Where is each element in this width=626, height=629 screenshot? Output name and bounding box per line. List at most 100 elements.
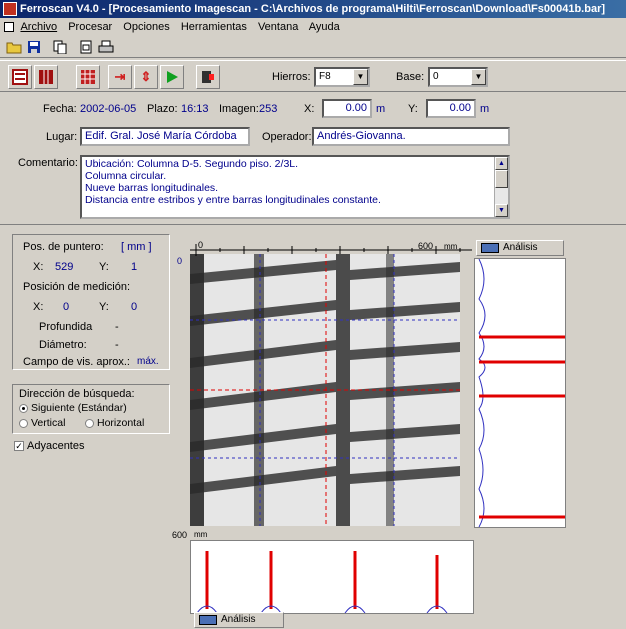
standard-toolbar [0,36,626,58]
app-icon [3,2,17,16]
move-vertical-icon[interactable]: ⇕ [134,65,158,89]
page-setup-icon[interactable] [76,38,96,56]
scroll-up-icon[interactable]: ▲ [495,157,508,170]
radio-vertical[interactable]: Vertical [19,417,65,429]
lugar-value: Edif. Gral. José María Córdoba [85,130,237,142]
open-folder-icon[interactable] [4,38,24,56]
radio-vertical-label: Vertical [31,417,66,429]
y-unit: m [480,103,490,115]
campo-vision-label: Campo de vis. aprox.: [23,356,130,368]
search-direction-panel: Dirección de búsqueda: Siguiente (Estánd… [12,384,170,434]
lugar-field[interactable]: Edif. Gral. José María Córdoba [80,127,250,146]
image-scan-icon[interactable] [76,65,100,89]
radio-icon[interactable] [85,418,94,428]
analysis-tab-right[interactable]: Análisis [476,240,564,256]
menu-procesar[interactable]: Procesar [68,21,112,33]
menu-ayuda[interactable]: Ayuda [309,21,340,33]
scroll-thumb[interactable] [495,170,508,188]
x-label: X: [304,103,315,115]
medicion-y-label: Y: [99,301,109,313]
analysis-bottom-chart [196,551,448,614]
adyacentes-label: Adyacentes [27,440,85,452]
menu-opciones[interactable]: Opciones [123,21,169,33]
medicion-x-value: 0 [63,301,70,313]
move-left-icon[interactable]: ⇥ [108,65,132,89]
analysis-tab-bottom[interactable]: Análisis [194,612,284,628]
imagen-value: 253 [259,103,278,115]
comentario-line: Distancia entre estribos y entre barras … [85,194,381,206]
plazo-value: 16:13 [181,103,209,115]
diametro-value: - [115,339,119,351]
menu-ventana[interactable]: Ventana [258,21,298,33]
ruler-top-right-label: 600 [418,241,433,251]
scan-view-icon[interactable] [8,65,32,89]
hierros-label: Hierros: [272,71,311,83]
analysis-peak-markers [479,335,565,519]
radio-checked-icon[interactable] [19,403,28,413]
scroll-down-icon[interactable]: ▼ [495,204,508,217]
comentario-line: Ubicación: Columna D-5. Segundo piso. 2/… [85,158,299,170]
save-icon[interactable] [24,38,44,56]
diametro-label: Diámetro: [39,339,87,351]
base-select[interactable]: 0 ▼ [428,67,488,87]
analysis-bottom-markers [205,551,439,609]
analysis-icon [481,243,499,253]
document-icon[interactable] [4,22,14,33]
adyacentes-checkbox[interactable]: ✓ Adyacentes [14,440,84,452]
analysis-curve [478,258,486,528]
base-value: 0 [433,71,439,82]
print-icon[interactable] [96,38,116,56]
ruler-top-left-label: 0 [198,240,203,250]
pointer-y-value: 1 [131,261,138,273]
analysis-icon [199,615,217,625]
radio-horizontal[interactable]: Horizontal [85,417,144,429]
menu-herramientas[interactable]: Herramientas [181,21,247,33]
pointer-x-value: 529 [55,261,74,273]
pointer-x-label: X: [33,261,44,273]
comentario-scrollbar[interactable]: ▲ ▼ [494,157,508,217]
fecha-label: Fecha: [43,103,77,115]
pos-puntero-label: Pos. de puntero: [23,241,104,253]
title-bar: Ferroscan V4.0 - [Procesamiento Imagesca… [0,0,626,18]
menu-archivo[interactable]: Archivo [20,21,57,33]
hierros-select[interactable]: F8 ▼ [314,67,370,87]
copy-icon[interactable] [50,38,70,56]
analysis-tab-bottom-label: Análisis [221,614,256,625]
scan-info-panel: Fecha: 2002-06-05 Plazo: 16:13 Imagen: 2… [0,93,626,225]
fecha-value: 2002-06-05 [80,103,137,115]
ruler-top-unit: mm [444,242,458,251]
analysis-profile-chart [478,258,565,528]
chevron-down-icon[interactable]: ▼ [471,69,486,85]
radio-icon[interactable] [19,418,28,428]
radio-siguiente[interactable]: Siguiente (Estándar) [19,402,127,414]
profundidad-label: Profundida [39,321,93,333]
direccion-title: Dirección de búsqueda: [19,388,135,400]
exit-icon[interactable] [196,65,220,89]
x-field[interactable]: 0.00 [322,99,372,118]
campo-vision-value: máx. [137,356,159,367]
processing-toolbar: ⇥ ⇕ Hierros: F8 ▼ Base: 0 ▼ [0,60,626,92]
ruler-bottom-label: 600 [172,530,188,540]
scan-image-view[interactable]: 0 600 mm 0 [177,240,474,528]
chevron-down-icon[interactable]: ▼ [353,69,368,85]
medicion-y-value: 0 [131,301,138,313]
grid-view-icon[interactable] [34,65,58,89]
comentario-line: Columna circular. [85,170,167,182]
ruler-left-top-label: 0 [177,256,183,266]
play-icon[interactable] [160,65,184,89]
imagen-label: Imagen: [219,103,259,115]
operador-field[interactable]: Andrés-Giovanna. [312,127,510,146]
window-title: Ferroscan V4.0 - [Procesamiento Imagesca… [20,3,606,15]
analysis-bottom-panel[interactable] [190,540,474,614]
comentario-label: Comentario: [18,157,78,169]
analysis-profile-panel[interactable] [474,258,566,528]
y-value: 0.00 [449,102,471,114]
check-icon[interactable]: ✓ [14,441,24,452]
y-field[interactable]: 0.00 [426,99,476,118]
pos-unit: [ mm ] [121,241,152,253]
pointer-panel: Pos. de puntero: [ mm ] X: 529 Y: 1 Posi… [12,234,170,370]
pointer-y-label: Y: [99,261,109,273]
scan-canvas[interactable]: 0 600 mm [190,240,474,528]
hierros-value: F8 [319,71,331,82]
comentario-textarea[interactable]: Ubicación: Columna D-5. Segundo piso. 2/… [80,155,510,219]
